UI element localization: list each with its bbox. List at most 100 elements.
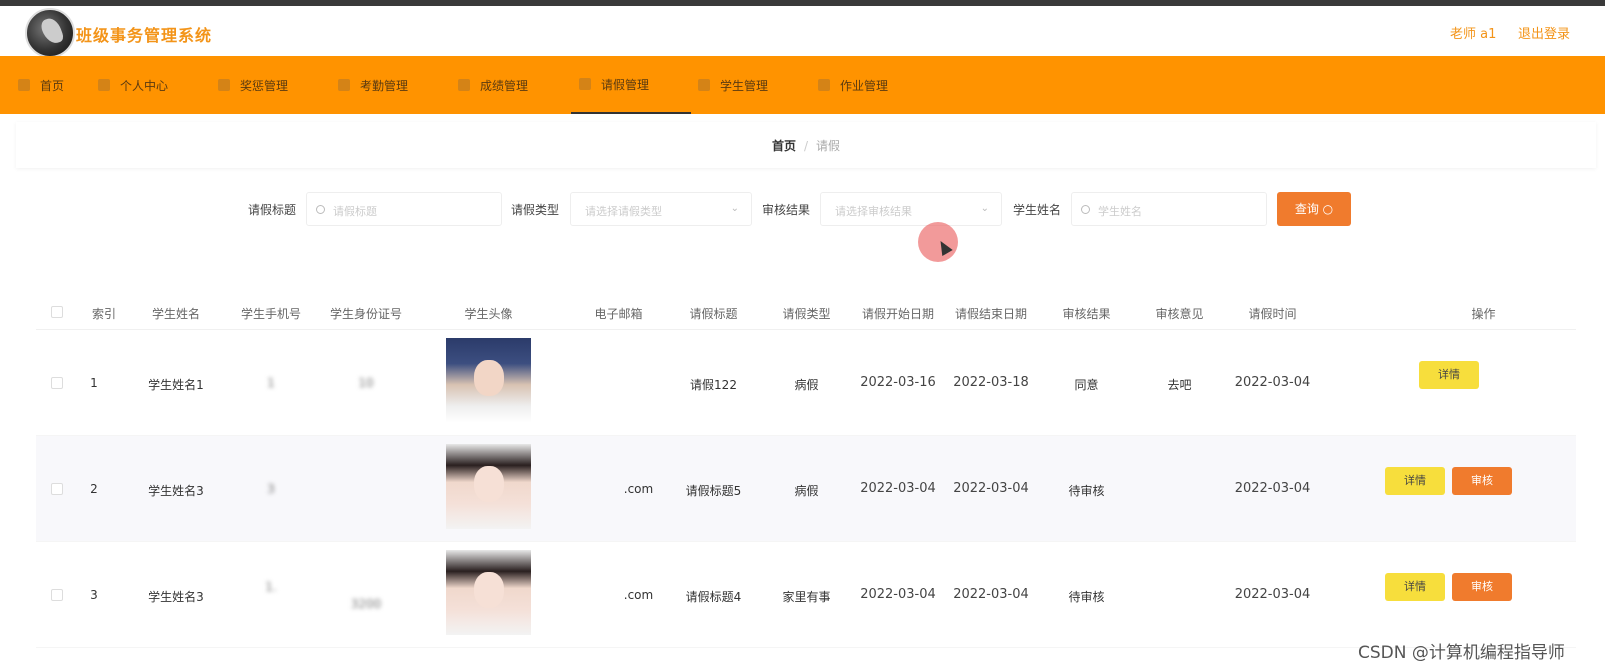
column-header: 请假类型 [782,307,831,321]
cell-index: 3 [90,588,98,602]
cell-start-date: 2022-03-04 [860,587,936,602]
column-header: 索引 [91,307,116,321]
cell-end-date: 2022-03-18 [953,375,1029,390]
table-header: 索引 学生姓名 学生手机号 学生身份证号 学生头像 电子邮箱 请假标题 请假类型… [36,294,1576,330]
search-type-placeholder: 请选择请假类型 [585,205,662,218]
nav-item-leave[interactable]: 请假管理 [571,56,691,114]
cell-phone: 3 [267,482,275,496]
search-title-input[interactable]: 请假标题 [306,192,502,226]
select-all-checkbox[interactable] [51,306,63,318]
column-header: 操作 [1471,307,1496,321]
cell-leave-title: 请假122 [690,378,737,392]
review-button[interactable]: 审核 [1452,573,1512,601]
cell-review-result: 同意 [1074,378,1099,392]
cell-leave-time: 2022-03-04 [1234,375,1311,390]
cell-email: .com [623,588,654,602]
cell-leave-time: 2022-03-04 [1234,481,1311,496]
main-nav: 首页 个人中心 奖惩管理 考勤管理 成绩管理 请假管理 学生管理 作业管理 [0,56,1605,114]
row-checkbox[interactable] [51,483,63,495]
avatar-face [474,360,504,396]
logout-link[interactable]: 退出登录 [1518,23,1570,42]
nav-label: 作业管理 [840,78,889,93]
cell-leave-title: 请假标题4 [685,590,742,604]
column-header: 请假结束日期 [954,307,1027,321]
query-button[interactable]: 查询 ○ [1277,192,1351,226]
logo-icon [25,8,75,58]
column-header: 审核意见 [1155,307,1204,321]
nav-item-attendance[interactable]: 考勤管理 [338,56,458,114]
nav-label: 学生管理 [720,78,769,93]
search-name-input[interactable]: 学生姓名 [1071,192,1267,226]
search-icon [1081,205,1090,214]
cell-leave-type: 病假 [794,484,819,498]
cell-idcard: 3200 [350,597,382,611]
student-avatar-image[interactable] [446,338,531,423]
cell-leave-time: 2022-03-04 [1234,587,1311,602]
detail-button[interactable]: 详情 [1419,361,1479,389]
breadcrumb-bar: 首页 / 请假 [16,122,1596,168]
search-name-label: 学生姓名 [1013,203,1062,217]
breadcrumb-separator: / [803,139,809,153]
cell-index: 1 [90,376,98,390]
row-checkbox[interactable] [51,377,63,389]
column-header: 学生手机号 [240,307,301,321]
search-icon [316,205,325,214]
nav-item-profile[interactable]: 个人中心 [98,56,218,114]
cell-review-result: 待审核 [1068,590,1105,604]
search-type-label: 请假类型 [511,203,560,217]
avatar-face [474,572,504,608]
row-checkbox[interactable] [51,589,63,601]
cell-student-name: 学生姓名1 [148,378,204,392]
nav-item-grades[interactable]: 成绩管理 [458,56,578,114]
cell-phone: 1 [267,376,275,390]
breadcrumb: 首页 / 请假 [16,137,1596,154]
column-header: 学生身份证号 [329,307,402,321]
nav-item-award[interactable]: 奖惩管理 [218,56,338,114]
column-header: 请假开始日期 [861,307,934,321]
cell-review-result: 待审核 [1068,484,1105,498]
home-icon [18,79,30,91]
query-button-label: 查询 [1294,202,1319,216]
cell-phone: 1. [265,580,277,594]
table-row: 2 学生姓名3 3 .com 请假标题5 病假 2022-03-04 2022-… [36,436,1576,542]
detail-button-label: 详情 [1404,580,1426,593]
cell-end-date: 2022-03-04 [953,587,1029,602]
nav-item-students[interactable]: 学生管理 [698,56,818,114]
chevron-down-icon: ⌄ [730,203,739,214]
cell-student-name: 学生姓名3 [148,484,204,498]
review-button-label: 审核 [1471,580,1493,593]
user-icon [98,79,110,91]
nav-label: 首页 [40,78,65,93]
column-header: 学生头像 [464,307,513,321]
breadcrumb-home[interactable]: 首页 [772,139,796,153]
search-title-label: 请假标题 [248,203,297,217]
leave-icon [579,78,591,90]
detail-button[interactable]: 详情 [1385,467,1445,495]
cell-start-date: 2022-03-16 [860,375,936,390]
search-result-placeholder: 请选择审核结果 [835,205,912,218]
student-avatar-image[interactable] [446,550,531,635]
review-button[interactable]: 审核 [1452,467,1512,495]
search-type-select[interactable]: 请选择请假类型 ⌄ [570,192,752,226]
detail-button-label: 详情 [1438,368,1460,381]
avatar-face [474,466,504,502]
column-header: 请假时间 [1248,307,1297,321]
student-avatar-image[interactable] [446,444,531,529]
student-icon [698,79,710,91]
cell-leave-type: 病假 [794,378,819,392]
search-name-placeholder: 学生姓名 [1098,205,1142,218]
detail-button[interactable]: 详情 [1385,573,1445,601]
table-row: 1 学生姓名1 1 10 请假122 病假 2022-03-16 2022-03… [36,330,1576,436]
current-user[interactable]: 老师 a1 [1450,23,1496,42]
column-header: 审核结果 [1062,307,1111,321]
column-header: 电子邮箱 [594,307,643,321]
app-header: 班级事务管理系统 老师 a1 退出登录 [0,6,1605,58]
search-result-select[interactable]: 请选择审核结果 ⌄ [820,192,1002,226]
nav-item-homework[interactable]: 作业管理 [818,56,938,114]
chevron-down-icon: ⌄ [980,203,989,214]
cell-idcard: 10 [358,376,374,390]
attendance-icon [338,79,350,91]
nav-label: 个人中心 [120,78,169,93]
csdn-watermark: CSDN @计算机编程指导师 [1358,643,1565,663]
award-icon [218,79,230,91]
